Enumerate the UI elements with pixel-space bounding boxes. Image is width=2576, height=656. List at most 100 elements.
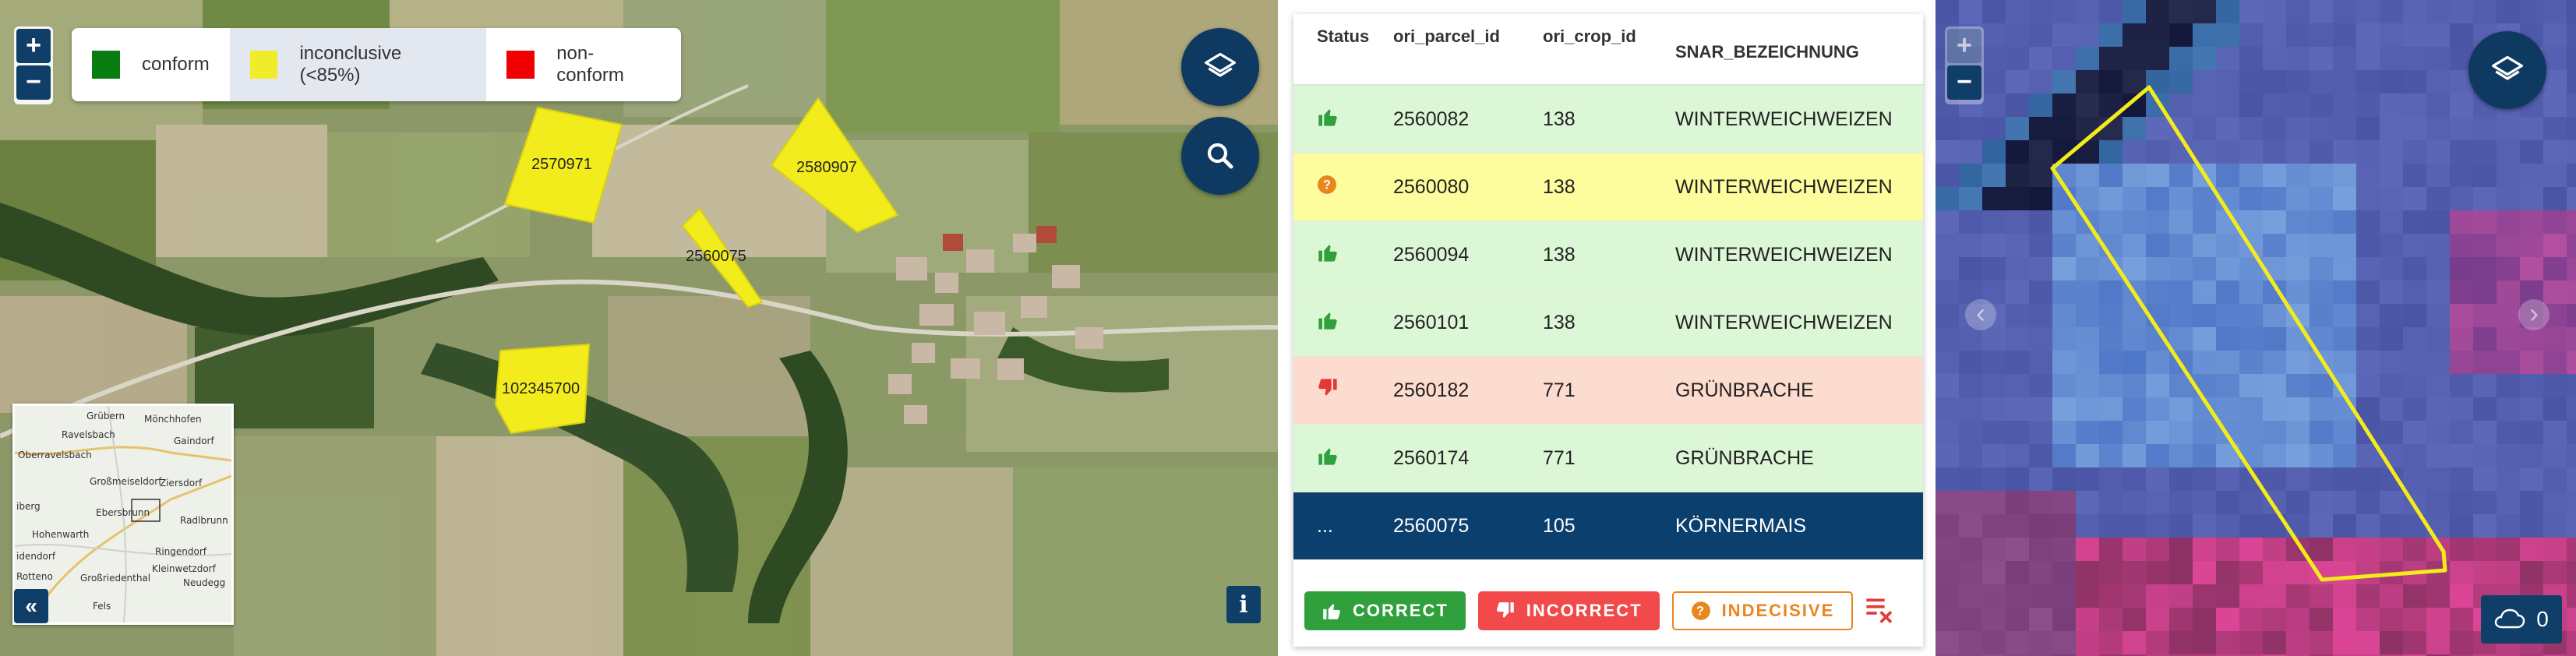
svg-text:?: ? — [1323, 178, 1331, 192]
zoom-control: + − — [1945, 26, 1984, 104]
overview-label: iberg — [16, 501, 41, 512]
bezeichnung-cell: WINTERWEICHWEIZEN — [1675, 108, 1893, 130]
table-row[interactable]: 2560082 138 WINTERWEICHWEIZEN — [1293, 86, 1923, 153]
zoom-in-button[interactable]: + — [1947, 29, 1981, 63]
question-icon: ? — [1318, 175, 1336, 194]
thumbs-up-icon — [1318, 312, 1337, 330]
overview-label: Großriedenthal — [80, 573, 151, 584]
status-cell — [1293, 309, 1393, 337]
previous-image-button[interactable]: ‹ — [1965, 299, 1996, 330]
status-cell — [1293, 242, 1393, 269]
clear-list-icon[interactable] — [1864, 592, 1895, 626]
parcel-id-cell: 2560082 — [1393, 108, 1470, 130]
legend-swatch-inconclusive — [249, 51, 278, 79]
zoom-control: + − — [14, 26, 53, 104]
incorrect-button[interactable]: INCORRECT — [1477, 591, 1660, 630]
legend-item-conform[interactable]: conform — [72, 28, 230, 101]
crop-id-cell: 138 — [1543, 175, 1576, 198]
layers-button[interactable] — [2468, 31, 2546, 109]
overview-label: Ziersdorf — [160, 478, 203, 488]
overview-label: Grübern — [86, 411, 125, 421]
zoom-out-button[interactable]: − — [16, 65, 51, 100]
layers-icon — [2492, 55, 2523, 80]
parcel-label-102345700: 102345700 — [502, 380, 580, 397]
bezeichnung-cell: WINTERWEICHWEIZEN — [1675, 311, 1893, 333]
legend: conform inconclusive (<85%) non-conform — [72, 28, 681, 101]
legend-item-non-conform[interactable]: non-conform — [486, 28, 681, 101]
cloud-icon — [2495, 608, 2525, 629]
correct-label: CORRECT — [1353, 601, 1449, 620]
parcel-id-cell: 2560174 — [1393, 446, 1470, 469]
thumbs-down-icon — [1496, 602, 1514, 618]
crop-id-cell: 138 — [1543, 108, 1576, 130]
bezeichnung-cell: WINTERWEICHWEIZEN — [1675, 243, 1893, 266]
legend-item-inconclusive[interactable]: inconclusive (<85%) — [229, 28, 487, 101]
info-button[interactable]: i — [1226, 586, 1261, 623]
overview-label: Radlbrunn — [180, 515, 228, 526]
search-icon — [1207, 143, 1233, 169]
status-cell — [1293, 445, 1393, 472]
overview-label: Gaindorf — [174, 436, 214, 446]
table-row[interactable]: 2560101 138 WINTERWEICHWEIZEN — [1293, 289, 1923, 357]
parcel-label-2560075: 2560075 — [686, 248, 746, 265]
thumbs-up-icon — [1318, 448, 1337, 465]
table-row[interactable]: 2560094 138 WINTERWEICHWEIZEN — [1293, 221, 1923, 289]
cloud-count: 0 — [2536, 607, 2549, 631]
status-cell: ... — [1317, 514, 1333, 537]
legend-label: non-conform — [556, 43, 624, 86]
crop-id-cell: 138 — [1543, 311, 1576, 333]
column-header-bezeichnung[interactable]: SNAR_BEZEICHNUNG — [1675, 14, 1923, 84]
parcel-id-cell: 2560080 — [1393, 175, 1470, 198]
svg-text:?: ? — [1696, 604, 1706, 618]
status-cell — [1293, 377, 1393, 404]
legend-swatch-non-conform — [506, 51, 535, 79]
table-row[interactable]: ? 2560080 138 WINTERWEICHWEIZEN — [1293, 153, 1923, 221]
status-cell — [1293, 106, 1393, 133]
table-row[interactable]: 2560182 771 GRÜNBRACHE — [1293, 357, 1923, 425]
legend-label: conform — [142, 54, 210, 75]
bezeichnung-cell: WINTERWEICHWEIZEN — [1675, 175, 1893, 198]
thumbs-up-icon — [1323, 604, 1340, 619]
overview-label: Oberravelsbach — [18, 450, 92, 460]
indecisive-label: INDECISIVE — [1721, 601, 1835, 620]
overview-label: Ravelsbach — [62, 429, 115, 440]
satellite-map[interactable]: 2570971 2580907 2560075 102345700 + − co… — [0, 0, 1278, 656]
legend-label: inconclusive (<85%) — [299, 43, 402, 86]
correct-button[interactable]: CORRECT — [1304, 591, 1466, 630]
overview-label: idendorf — [16, 551, 56, 562]
thumbs-up-icon — [1318, 245, 1337, 262]
layers-button[interactable] — [1181, 28, 1259, 106]
incorrect-label: INCORRECT — [1526, 601, 1643, 620]
crop-id-cell: 771 — [1543, 446, 1576, 469]
zoom-out-button[interactable]: − — [1947, 65, 1981, 100]
thumbs-down-icon — [1318, 378, 1337, 395]
column-header-crop-id[interactable]: ori_crop_id — [1543, 14, 1675, 84]
table-header: Status ori_parcel_id ori_crop_id SNAR_BE… — [1293, 14, 1923, 86]
crop-id-cell: 771 — [1543, 379, 1576, 401]
thumbs-up-icon — [1318, 109, 1337, 126]
overview-label: Fels — [93, 601, 111, 612]
pixel-image-viewer[interactable]: + − ‹ › 0 — [1936, 0, 2576, 656]
parcel-label-2570971: 2570971 — [531, 156, 592, 173]
table-row-selected[interactable]: ... 2560075 105 KÖRNERMAIS — [1293, 492, 1923, 560]
overview-label: Ringendorf — [155, 546, 206, 557]
overview-label: Mönchhofen — [144, 414, 202, 425]
parcel-label-2580907: 2580907 — [796, 159, 857, 176]
next-image-button[interactable]: › — [2518, 299, 2550, 330]
layers-icon — [1205, 52, 1236, 77]
cloud-cover-badge[interactable]: 0 — [2481, 595, 2562, 644]
legend-swatch-conform — [92, 51, 120, 79]
status-cell: ? — [1293, 175, 1393, 200]
parcel-id-cell: 2560075 — [1393, 514, 1470, 537]
column-header-parcel-id[interactable]: ori_parcel_id — [1393, 14, 1543, 84]
column-header-status[interactable]: Status — [1293, 14, 1393, 84]
search-button[interactable] — [1181, 117, 1259, 195]
parcel-id-cell: 2560094 — [1393, 243, 1470, 266]
crop-id-cell: 105 — [1543, 514, 1576, 537]
bezeichnung-cell: KÖRNERMAIS — [1675, 514, 1807, 537]
collapse-overview-button[interactable]: « — [14, 589, 48, 623]
zoom-in-button[interactable]: + — [16, 29, 51, 63]
question-icon: ? — [1691, 601, 1710, 620]
table-row[interactable]: 2560174 771 GRÜNBRACHE — [1293, 425, 1923, 492]
indecisive-button[interactable]: ? INDECISIVE — [1671, 591, 1854, 630]
